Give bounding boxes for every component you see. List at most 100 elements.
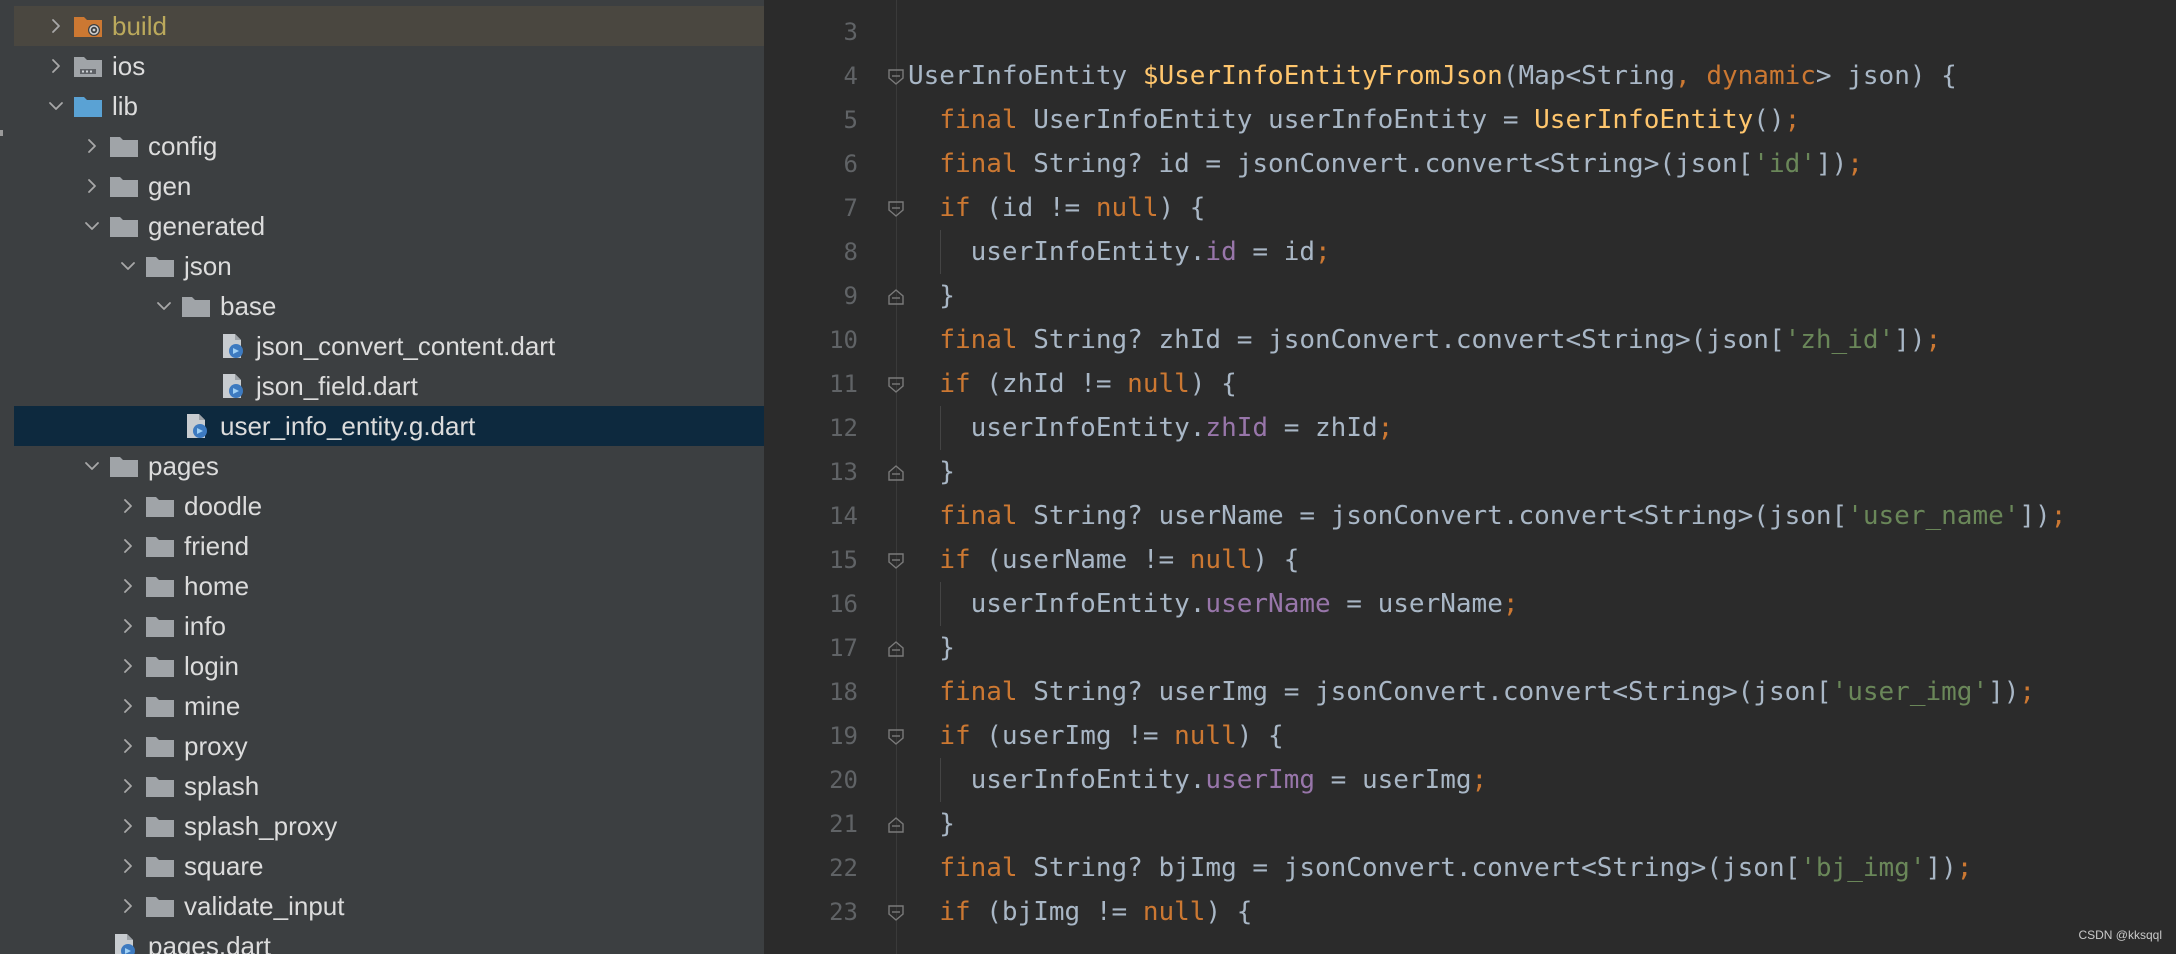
code-token: } bbox=[908, 809, 955, 839]
line-number: 19 bbox=[829, 722, 858, 750]
tree-item-user-info-entity-g-dart[interactable]: user_info_entity.g.dart bbox=[14, 406, 764, 446]
code-token: null bbox=[1189, 545, 1253, 575]
code-token: = id bbox=[1236, 237, 1316, 267]
chevron-down-icon[interactable] bbox=[48, 98, 64, 114]
fold-close-icon[interactable] bbox=[887, 640, 905, 658]
chevron-right-icon[interactable] bbox=[120, 738, 136, 754]
folder-icon bbox=[108, 213, 140, 239]
tree-item-base[interactable]: base bbox=[14, 286, 764, 326]
code-line[interactable]: 18 final String? userImg = jsonConvert.c… bbox=[766, 670, 2176, 714]
chevron-right-icon[interactable] bbox=[120, 698, 136, 714]
tree-item-square[interactable]: square bbox=[14, 846, 764, 886]
code-line[interactable]: 16 userInfoEntity.userName = userName; bbox=[766, 582, 2176, 626]
code-line[interactable]: 14 final String? userName = jsonConvert.… bbox=[766, 494, 2176, 538]
code-token: ; bbox=[1847, 149, 1863, 179]
chevron-down-icon[interactable] bbox=[156, 298, 172, 314]
code-token: dynamic bbox=[1706, 61, 1816, 91]
code-line[interactable]: 21 } bbox=[766, 802, 2176, 846]
tree-item-ios[interactable]: ios bbox=[14, 46, 764, 86]
tree-item-pages-dart[interactable]: pages.dart bbox=[14, 926, 764, 954]
line-number: 11 bbox=[829, 370, 858, 398]
chevron-right-icon[interactable] bbox=[120, 818, 136, 834]
tree-item-label: ios bbox=[112, 51, 146, 81]
tree-item-json-field-dart[interactable]: json_field.dart bbox=[14, 366, 764, 406]
code-line[interactable]: 10 final String? zhId = jsonConvert.conv… bbox=[766, 318, 2176, 362]
code-text: if (zhId != null) { bbox=[908, 362, 1236, 406]
fold-close-icon[interactable] bbox=[887, 816, 905, 834]
chevron-right-icon[interactable] bbox=[84, 138, 100, 154]
tree-item-lib[interactable]: lib bbox=[14, 86, 764, 126]
folder-icon bbox=[144, 773, 176, 799]
tree-item-generated[interactable]: generated bbox=[14, 206, 764, 246]
chevron-right-icon[interactable] bbox=[120, 498, 136, 514]
fold-open-icon[interactable] bbox=[887, 904, 905, 922]
chevron-right-icon[interactable] bbox=[48, 18, 64, 34]
folder-icon bbox=[144, 573, 176, 599]
code-line[interactable]: 15 if (userName != null) { bbox=[766, 538, 2176, 582]
code-line[interactable]: 5 final UserInfoEntity userInfoEntity = … bbox=[766, 98, 2176, 142]
tree-item-json[interactable]: json bbox=[14, 246, 764, 286]
code-line[interactable]: 8 userInfoEntity.id = id; bbox=[766, 230, 2176, 274]
tree-item-mine[interactable]: mine bbox=[14, 686, 764, 726]
tree-item-splash-proxy[interactable]: splash_proxy bbox=[14, 806, 764, 846]
code-line[interactable]: 19 if (userImg != null) { bbox=[766, 714, 2176, 758]
tree-item-doodle[interactable]: doodle bbox=[14, 486, 764, 526]
code-line[interactable]: 3 bbox=[766, 10, 2176, 54]
code-editor[interactable]: 3 4 UserInfoEntity $UserInfoEntityFromJson… bbox=[766, 0, 2176, 954]
tree-item-label: config bbox=[148, 131, 218, 161]
fold-open-icon[interactable] bbox=[887, 728, 905, 746]
chevron-right-icon[interactable] bbox=[120, 858, 136, 874]
fold-close-icon[interactable] bbox=[887, 464, 905, 482]
code-line[interactable]: 6 final String? id = jsonConvert.convert… bbox=[766, 142, 2176, 186]
code-token: 'zh_id' bbox=[1784, 325, 1895, 355]
folder-icon bbox=[144, 893, 176, 919]
chevron-right-icon[interactable] bbox=[120, 778, 136, 794]
tree-item-login[interactable]: login bbox=[14, 646, 764, 686]
chevron-right-icon[interactable] bbox=[84, 178, 100, 194]
tree-item-gen[interactable]: gen bbox=[14, 166, 764, 206]
code-line[interactable]: 17 } bbox=[766, 626, 2176, 670]
tree-item-config[interactable]: config bbox=[14, 126, 764, 166]
project-tree[interactable]: build ios lib config gen generated json base jso… bbox=[14, 0, 764, 954]
chevron-down-icon[interactable] bbox=[84, 218, 100, 234]
chevron-right-icon[interactable] bbox=[120, 578, 136, 594]
fold-open-icon[interactable] bbox=[887, 552, 905, 570]
chevron-down-icon[interactable] bbox=[120, 258, 136, 274]
code-token: 'user_name' bbox=[1847, 501, 2020, 531]
chevron-right-icon[interactable] bbox=[120, 538, 136, 554]
tree-item-pages[interactable]: pages bbox=[14, 446, 764, 486]
code-line[interactable]: 23 if (bjImg != null) { bbox=[766, 890, 2176, 934]
code-line[interactable]: 20 userInfoEntity.userImg = userImg; bbox=[766, 758, 2176, 802]
chevron-right-icon[interactable] bbox=[120, 898, 136, 914]
tree-item-build[interactable]: build bbox=[14, 6, 764, 46]
fold-open-icon[interactable] bbox=[887, 376, 905, 394]
code-line[interactable]: 12 userInfoEntity.zhId = zhId; bbox=[766, 406, 2176, 450]
code-line[interactable]: 22 final String? bjImg = jsonConvert.con… bbox=[766, 846, 2176, 890]
code-line[interactable]: 9 } bbox=[766, 274, 2176, 318]
fold-open-icon[interactable] bbox=[887, 200, 905, 218]
tree-item-friend[interactable]: friend bbox=[14, 526, 764, 566]
code-line[interactable]: 4 UserInfoEntity $UserInfoEntityFromJson(… bbox=[766, 54, 2176, 98]
fold-open-icon[interactable] bbox=[887, 68, 905, 86]
tree-item-home[interactable]: home bbox=[14, 566, 764, 606]
chevron-right-icon[interactable] bbox=[48, 58, 64, 74]
chevron-down-icon[interactable] bbox=[84, 458, 100, 474]
tree-item-info[interactable]: info bbox=[14, 606, 764, 646]
code-line[interactable]: 11 if (zhId != null) { bbox=[766, 362, 2176, 406]
tree-item-splash[interactable]: splash bbox=[14, 766, 764, 806]
fold-close-icon[interactable] bbox=[887, 288, 905, 306]
tree-item-validate-input[interactable]: validate_input bbox=[14, 886, 764, 926]
chevron-right-icon[interactable] bbox=[120, 658, 136, 674]
line-number: 9 bbox=[843, 282, 858, 310]
code-text: userInfoEntity.userImg = userImg; bbox=[908, 758, 1488, 802]
tree-item-json-convert-content-dart[interactable]: json_convert_content.dart bbox=[14, 326, 764, 366]
chevron-right-icon[interactable] bbox=[120, 618, 136, 634]
code-line[interactable]: 7 if (id != null) { bbox=[766, 186, 2176, 230]
line-number: 12 bbox=[829, 414, 858, 442]
code-token: ) { bbox=[1236, 721, 1284, 751]
code-line[interactable]: 13 } bbox=[766, 450, 2176, 494]
tree-item-label: proxy bbox=[184, 731, 248, 761]
tree-item-proxy[interactable]: proxy bbox=[14, 726, 764, 766]
